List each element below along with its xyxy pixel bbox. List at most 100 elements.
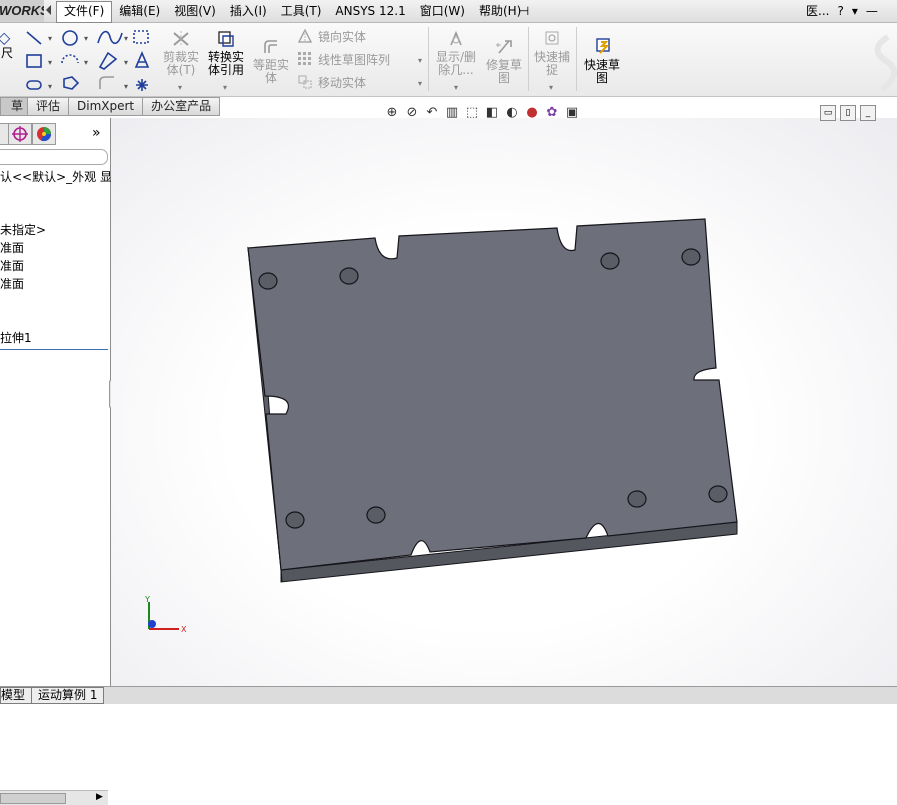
tile-icon[interactable]: ▯ — [840, 105, 856, 121]
dimxpert-manager-tab[interactable] — [8, 123, 32, 145]
tab-motion-study[interactable]: 运动算例 1 — [31, 687, 105, 704]
quick-snaps-button[interactable]: 快速捕捉 — [531, 29, 573, 77]
display-style-icon[interactable]: ◧ — [483, 104, 501, 122]
rapid-sketch-button[interactable]: 快速草图 — [581, 37, 623, 85]
panel-horizontal-scrollbar[interactable]: ▶ — [0, 790, 108, 805]
menu-expand-arrow-icon[interactable] — [46, 5, 51, 15]
menu-view[interactable]: 视图(V) — [167, 1, 223, 21]
plane-right-item[interactable]: 准面 — [0, 277, 24, 291]
ribbon-separator — [528, 27, 529, 91]
tab-office-products[interactable]: 办公室产品 — [142, 97, 221, 116]
trim-dropdown-icon[interactable]: ▾ — [178, 83, 182, 92]
linear-pattern-icon — [298, 52, 312, 66]
point-icon — [136, 79, 148, 91]
help-icon[interactable]: ? — [837, 2, 843, 20]
part-model — [247, 218, 738, 583]
material-item[interactable]: 未指定> — [0, 223, 46, 237]
trim-icon — [173, 31, 189, 47]
tab-dimxpert[interactable]: DimXpert — [68, 97, 144, 116]
move-entities-button[interactable]: 移动实体 — [298, 75, 366, 91]
mirror-entities-button[interactable]: 镜向实体 — [297, 28, 366, 45]
menu-ansys[interactable]: ANSYS 12.1 — [328, 1, 412, 21]
help-dropdown-icon[interactable]: ▾ — [852, 2, 858, 20]
convert-label: 转换实体引用 — [207, 50, 244, 77]
display-delete-relations-button[interactable]: 显示/删除几... — [432, 29, 480, 77]
zoom-to-fit-icon[interactable]: ⊕ — [383, 104, 401, 122]
quick-snap-dropdown-icon[interactable]: ▾ — [549, 83, 553, 92]
arc-icon — [61, 54, 79, 64]
line-icon — [26, 31, 42, 45]
rollback-bar[interactable] — [0, 349, 108, 350]
menu-window[interactable]: 窗口(W) — [413, 1, 472, 21]
tab-evaluate[interactable]: 评估 — [27, 97, 70, 116]
linear-pattern-button[interactable]: 线性草图阵列 — [298, 52, 390, 68]
apply-scene-icon[interactable]: ✿ — [543, 104, 561, 122]
tab-model[interactable]: 模型 — [0, 687, 33, 704]
graphics-area[interactable]: Y X — [111, 118, 897, 686]
command-tabs: 草图 评估 DimXpert 办公室产品 — [0, 97, 221, 116]
ribbon-separator — [576, 27, 577, 91]
section-view-icon[interactable]: ▥ — [443, 104, 461, 122]
app-logo: WORKS — [0, 0, 44, 22]
menu-tools[interactable]: 工具(T) — [274, 1, 329, 21]
display-manager-tab[interactable] — [32, 123, 56, 145]
move-icon — [298, 75, 312, 89]
repair-icon — [496, 40, 512, 54]
hole — [339, 267, 359, 285]
hole — [366, 506, 386, 524]
quick-snap-label: 快速捕捉 — [533, 50, 570, 77]
smart-dimension-label: 尺 — [0, 46, 13, 60]
config-display-item[interactable]: 认<<默认>_外观 显示 — [0, 170, 124, 184]
relations-icon — [450, 30, 462, 46]
main-menu: 文件(F) 编辑(E) 视图(V) 插入(I) 工具(T) ANSYS 12.1… — [56, 1, 528, 23]
scroll-right-arrow-icon[interactable]: ▶ — [96, 792, 103, 802]
rapid-sketch-label: 快速草图 — [583, 58, 620, 85]
svg-text:▾: ▾ — [124, 82, 128, 91]
menu-right: 医... ? ▾ — — [806, 2, 878, 20]
offset-entities-button[interactable]: 等距实体 — [250, 37, 292, 85]
command-manager: ◇ 尺 ▾ ▾ ▾ ▾ ▾ ▾ ▾ ▾ 剪裁实体(T) ▾ 转换实体引用 ▾ 等… — [0, 23, 897, 97]
polygon-icon — [98, 51, 118, 70]
sketch-tools-grid: ▾ ▾ ▾ ▾ ▾ ▾ ▾ ▾ — [26, 30, 150, 91]
menu-file[interactable]: 文件(F) — [56, 1, 113, 23]
trim-entities-button[interactable]: 剪裁实体(T) — [160, 29, 202, 77]
trim-label: 剪裁实体(T) — [162, 50, 199, 77]
restore-icon[interactable]: ▭ — [820, 105, 836, 121]
panel-more-chevron-icon[interactable]: » — [92, 125, 101, 141]
plane-front-item[interactable]: 准面 — [0, 241, 24, 255]
minimize-icon[interactable]: — — [866, 2, 878, 20]
convert-dropdown-icon[interactable]: ▾ — [223, 83, 227, 92]
extrude-feature-item[interactable]: 拉伸1 — [0, 331, 32, 345]
doc-minimize-icon[interactable]: _ — [860, 105, 876, 121]
offset-label: 等距实体 — [252, 58, 289, 85]
fillet-icon — [99, 76, 114, 89]
previous-view-icon[interactable]: ↶ — [423, 104, 441, 122]
view-orientation-icon[interactable]: ⬚ — [463, 104, 481, 122]
smart-dimension-icon[interactable]: ◇ — [0, 29, 10, 47]
document-window-controls: ▭ ▯ _ — [820, 105, 876, 121]
feature-tree-filter-input[interactable] — [0, 149, 108, 165]
hide-show-items-icon[interactable]: ◐ — [503, 104, 521, 122]
zoom-to-area-icon[interactable]: ⊘ — [403, 104, 421, 122]
svg-text:▾: ▾ — [48, 82, 52, 91]
svg-text:▾: ▾ — [84, 58, 88, 67]
scrollbar-thumb[interactable] — [0, 793, 66, 804]
menu-edit[interactable]: 编辑(E) — [112, 1, 167, 21]
svg-text:▾: ▾ — [124, 58, 128, 67]
menu-insert[interactable]: 插入(I) — [223, 1, 274, 21]
repair-sketch-button[interactable]: 修复草图 — [483, 37, 525, 85]
triad-y-label: Y — [144, 595, 150, 604]
pin-icon[interactable]: ⊣ — [515, 3, 533, 19]
edit-appearance-icon[interactable]: ● — [523, 104, 541, 122]
tab-sketch[interactable]: 草图 — [0, 97, 28, 116]
search-commands[interactable]: 医... — [806, 2, 829, 20]
relations-dropdown-icon[interactable]: ▾ — [454, 83, 458, 92]
hole — [708, 485, 728, 503]
ribbon-separator — [428, 27, 429, 91]
convert-entities-button[interactable]: 转换实体引用 — [205, 29, 247, 77]
plane-top-item[interactable]: 准面 — [0, 259, 24, 273]
move-dropdown-icon[interactable]: ▾ — [418, 79, 422, 88]
view-settings-icon[interactable]: ▣ — [563, 104, 581, 122]
show-delete-label: 显示/删除几... — [435, 50, 477, 77]
pattern-dropdown-icon[interactable]: ▾ — [418, 56, 422, 65]
